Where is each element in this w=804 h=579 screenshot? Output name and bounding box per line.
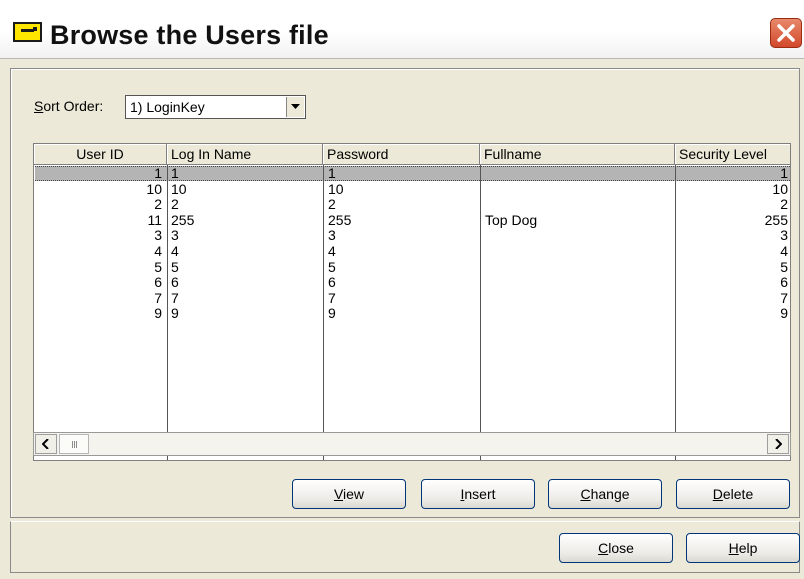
cell-password: 7 bbox=[328, 289, 336, 306]
cell-security-level: 255 bbox=[764, 211, 788, 228]
cell-login-name: 7 bbox=[171, 289, 179, 306]
window-icon bbox=[13, 22, 42, 42]
column-header-security-level[interactable]: Security Level bbox=[675, 144, 790, 165]
cell-fullname bbox=[485, 182, 673, 197]
cell-fullname bbox=[485, 244, 673, 259]
cell-user-id: 2 bbox=[154, 196, 162, 213]
cell-login-name: 5 bbox=[171, 258, 179, 275]
cell-user-id: 6 bbox=[154, 274, 162, 291]
arrow-right-icon bbox=[775, 439, 782, 449]
cell-password: 6 bbox=[328, 274, 336, 291]
column-header-login-name[interactable]: Log In Name bbox=[167, 144, 323, 165]
help-button[interactable]: Help bbox=[686, 533, 800, 563]
cell-security-level: 2 bbox=[780, 196, 788, 213]
cell-user-id: 5 bbox=[154, 258, 162, 275]
cell-password: 9 bbox=[328, 305, 336, 322]
scroll-thumb[interactable] bbox=[59, 434, 89, 454]
cell-fullname bbox=[485, 228, 673, 243]
sort-order-value: 1) LoginKey bbox=[130, 99, 205, 115]
cell-fullname bbox=[485, 291, 673, 306]
cell-login-name: 2 bbox=[171, 196, 179, 213]
horizontal-scrollbar[interactable] bbox=[33, 432, 791, 456]
cell-security-level: 4 bbox=[780, 243, 788, 259]
cell-fullname bbox=[485, 275, 673, 290]
column-header-fullname[interactable]: Fullname bbox=[480, 144, 675, 165]
insert-button[interactable]: Insert bbox=[421, 479, 535, 509]
cell-security-level: 3 bbox=[780, 227, 788, 244]
close-icon[interactable] bbox=[770, 18, 802, 48]
cell-security-level: 10 bbox=[772, 180, 788, 197]
browse-users-window: Browse the Users file Sort Order: 1) Log… bbox=[0, 0, 804, 579]
cell-user-id: 1 bbox=[154, 165, 162, 181]
chevron-down-icon bbox=[291, 104, 300, 109]
cell-password: 2 bbox=[328, 196, 336, 213]
close-button[interactable]: Close bbox=[559, 533, 673, 563]
cell-password: 1 bbox=[328, 165, 336, 181]
cell-user-id: 10 bbox=[146, 180, 162, 197]
scroll-right-button[interactable] bbox=[767, 434, 789, 454]
cell-login-name: 3 bbox=[171, 227, 179, 244]
sort-order-label: Sort Order: bbox=[34, 98, 104, 114]
sort-dropdown-button[interactable] bbox=[286, 97, 304, 117]
view-button[interactable]: View bbox=[292, 479, 406, 509]
window-title: Browse the Users file bbox=[50, 20, 329, 50]
cell-security-level: 1 bbox=[780, 165, 788, 181]
cell-user-id: 11 bbox=[147, 211, 162, 228]
cell-security-level: 6 bbox=[780, 274, 788, 291]
cell-fullname bbox=[485, 306, 673, 321]
cell-login-name: 255 bbox=[171, 211, 195, 228]
change-button[interactable]: Change bbox=[548, 479, 662, 509]
column-header-user-id[interactable]: User ID bbox=[34, 144, 167, 165]
cell-login-name: 10 bbox=[171, 180, 187, 197]
bottom-panel bbox=[10, 521, 800, 573]
column-header-password[interactable]: Password bbox=[323, 144, 480, 165]
cell-security-level: 9 bbox=[780, 305, 788, 322]
cell-fullname bbox=[485, 197, 673, 212]
sort-order-select[interactable]: 1) LoginKey bbox=[125, 95, 306, 119]
cell-password: 10 bbox=[328, 180, 344, 197]
cell-security-level: 7 bbox=[780, 289, 788, 306]
cell-fullname bbox=[485, 166, 673, 181]
cell-fullname bbox=[485, 260, 673, 275]
delete-button[interactable]: Delete bbox=[676, 479, 790, 509]
cell-login-name: 9 bbox=[171, 305, 179, 322]
users-table[interactable]: User ID Log In Name Password Fullname Se… bbox=[33, 143, 791, 461]
cell-password: 5 bbox=[328, 258, 336, 275]
cell-login-name: 4 bbox=[171, 243, 179, 259]
cell-user-id: 7 bbox=[154, 289, 162, 306]
cell-user-id: 3 bbox=[154, 227, 162, 244]
cell-security-level: 5 bbox=[780, 258, 788, 275]
cell-fullname: Top Dog bbox=[485, 211, 538, 228]
cell-user-id: 4 bbox=[154, 243, 162, 259]
cell-login-name: 1 bbox=[171, 165, 179, 181]
cell-password: 255 bbox=[328, 211, 352, 228]
title-bar[interactable]: Browse the Users file bbox=[0, 0, 804, 59]
arrow-left-icon bbox=[42, 439, 49, 449]
scroll-left-button[interactable] bbox=[35, 434, 57, 454]
cell-password: 3 bbox=[328, 227, 336, 244]
cell-user-id: 9 bbox=[154, 305, 162, 322]
cell-login-name: 6 bbox=[171, 274, 179, 291]
cell-password: 4 bbox=[328, 243, 336, 259]
